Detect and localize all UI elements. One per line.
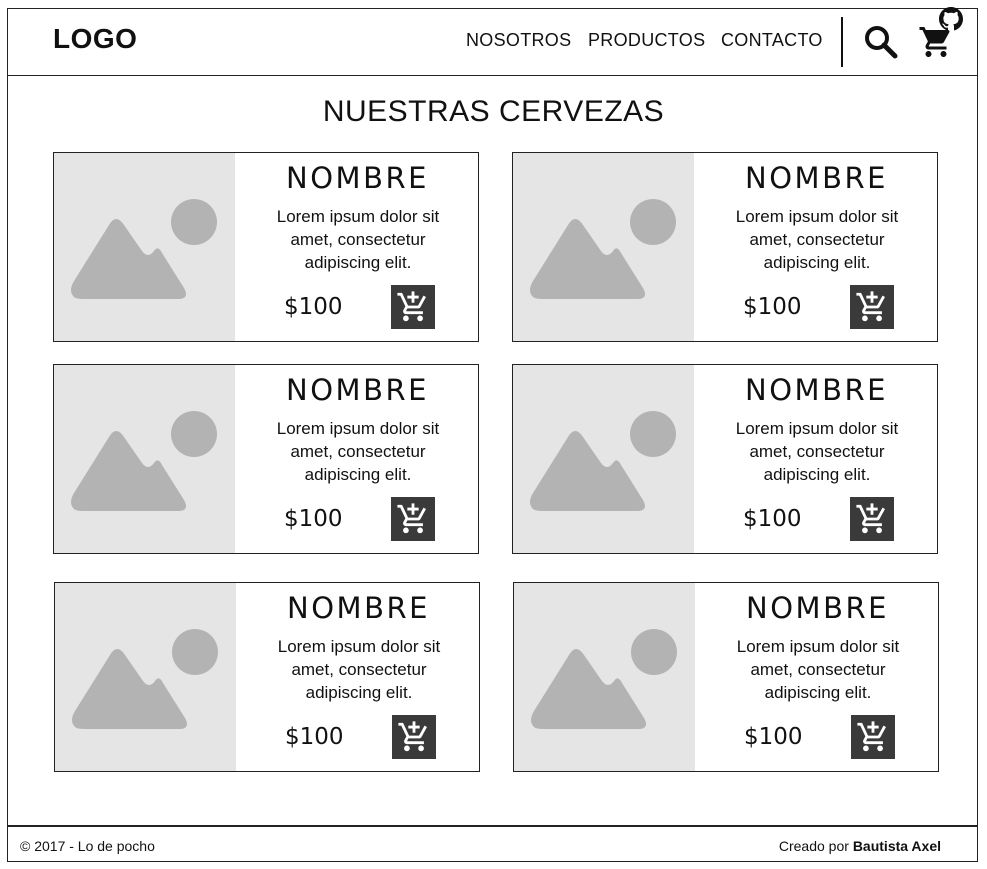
product-image-placeholder [54, 365, 235, 553]
product-name: NOMBRE [746, 591, 889, 625]
add-to-cart-icon [397, 291, 426, 322]
credit-text: Creado por Bautista Axel [779, 838, 941, 854]
site-logo[interactable]: LOGO [53, 23, 137, 55]
add-to-cart-icon [397, 503, 426, 534]
image-placeholder-icon [530, 199, 676, 299]
product-card[interactable]: NOMBRE Lorem ipsum dolor sit amet, consec… [54, 582, 480, 772]
product-description: Lorem ipsum dolor sit amet, consectetur … [735, 207, 899, 272]
product-price: $100 [285, 724, 344, 750]
add-to-cart-button[interactable] [851, 715, 895, 759]
product-description: Lorem ipsum dolor sit amet, consectetur … [735, 419, 899, 484]
product-price: $100 [744, 724, 803, 750]
product-description: Lorem ipsum dolor sit amet, consectetur … [277, 637, 441, 702]
product-card[interactable]: NOMBRE Lorem ipsum dolor sit amet, consec… [512, 364, 938, 554]
copyright-text: © 2017 - Lo de pocho [20, 838, 155, 854]
image-placeholder-icon [71, 199, 217, 299]
product-card[interactable]: NOMBRE Lorem ipsum dolor sit amet, consec… [53, 364, 479, 554]
product-name: NOMBRE [745, 161, 888, 195]
product-name: NOMBRE [287, 591, 430, 625]
product-price: $100 [743, 506, 802, 532]
product-description: Lorem ipsum dolor sit amet, consectetur … [276, 207, 440, 272]
product-image-placeholder [55, 583, 236, 771]
nav-divider [841, 17, 843, 67]
product-description: Lorem ipsum dolor sit amet, consectetur … [276, 419, 440, 484]
image-placeholder-icon [530, 411, 676, 511]
site-header: LOGO NOSOTROS PRODUCTOS CONTACTO [8, 9, 977, 76]
product-image-placeholder [513, 365, 694, 553]
search-icon[interactable] [863, 24, 899, 60]
image-placeholder-icon [72, 629, 218, 729]
product-price: $100 [743, 294, 802, 320]
product-description: Lorem ipsum dolor sit amet, consectetur … [736, 637, 900, 702]
product-image-placeholder [513, 153, 694, 341]
product-price: $100 [284, 506, 343, 532]
add-to-cart-icon [856, 503, 885, 534]
product-image-placeholder [54, 153, 235, 341]
product-card[interactable]: NOMBRE Lorem ipsum dolor sit amet, consec… [512, 152, 938, 342]
add-to-cart-button[interactable] [391, 497, 435, 541]
add-to-cart-icon [398, 721, 427, 752]
github-icon[interactable] [939, 7, 963, 31]
credit-author[interactable]: Bautista Axel [853, 838, 941, 854]
add-to-cart-icon [856, 291, 885, 322]
image-placeholder-icon [71, 411, 217, 511]
product-name: NOMBRE [286, 161, 429, 195]
add-to-cart-button[interactable] [391, 285, 435, 329]
image-placeholder-icon [531, 629, 677, 729]
nav-productos[interactable]: PRODUCTOS [588, 30, 705, 51]
add-to-cart-icon [857, 721, 886, 752]
product-card[interactable]: NOMBRE Lorem ipsum dolor sit amet, consec… [513, 582, 939, 772]
product-name: NOMBRE [745, 373, 888, 407]
add-to-cart-button[interactable] [850, 497, 894, 541]
credit-prefix: Creado por [778, 838, 849, 854]
product-card[interactable]: NOMBRE Lorem ipsum dolor sit amet, consec… [53, 152, 479, 342]
nav-nosotros[interactable]: NOSOTROS [466, 30, 571, 51]
page-title: NUESTRAS CERVEZAS [322, 95, 665, 128]
add-to-cart-button[interactable] [392, 715, 436, 759]
add-to-cart-button[interactable] [850, 285, 894, 329]
product-price: $100 [284, 294, 343, 320]
product-name: NOMBRE [286, 373, 429, 407]
site-footer: © 2017 - Lo de pocho Creado por Bautista… [8, 825, 977, 862]
product-image-placeholder [514, 583, 695, 771]
nav-contacto[interactable]: CONTACTO [721, 30, 823, 51]
